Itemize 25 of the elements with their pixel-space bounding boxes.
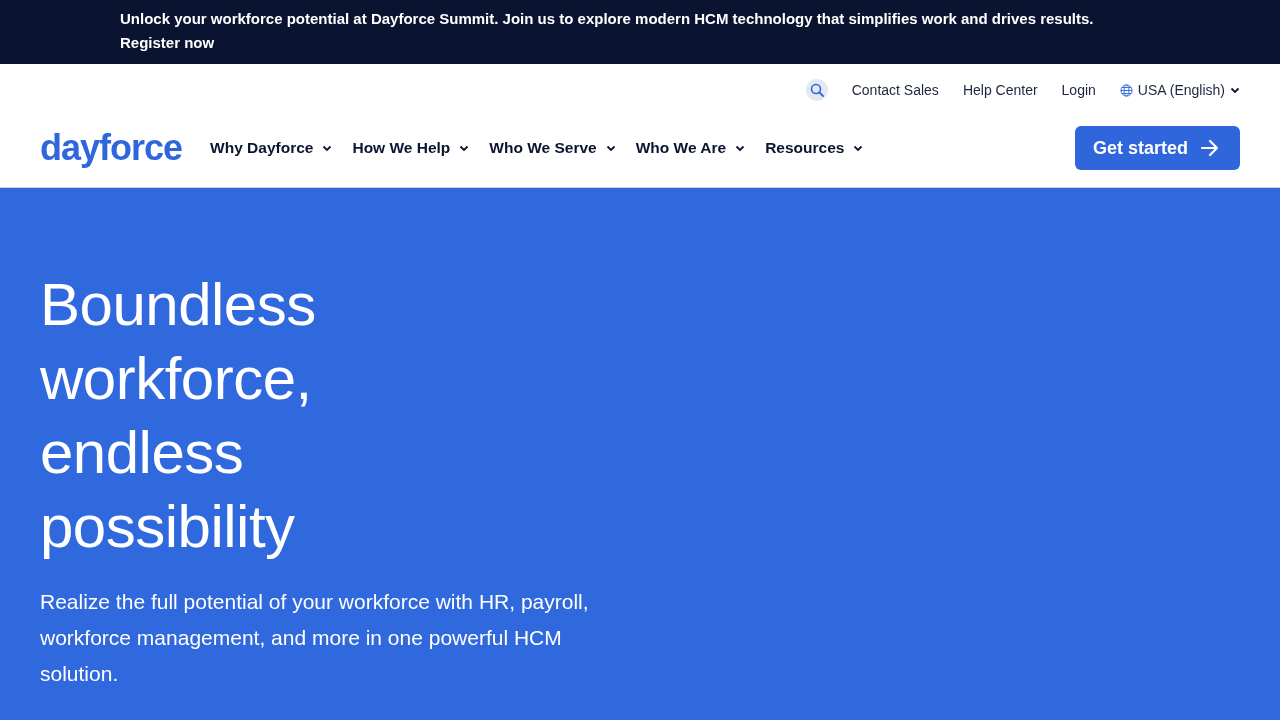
nav-menu-item[interactable]: Resources [765, 139, 864, 157]
hero-headline: Boundless workforce, endless possibility [40, 270, 317, 562]
hero-subheadline: Realize the full potential of your workforce with HR, payroll, workforce management, and more in one powerful HCM solution. [40, 589, 590, 687]
nav-menu-item[interactable]: How We Help [352, 139, 470, 157]
chevron-down-icon [853, 144, 864, 152]
nav-menu-item[interactable]: Why Dayforce [210, 139, 333, 157]
language-selector[interactable]: USA (English) [1119, 82, 1240, 98]
search-icon [809, 83, 824, 97]
logo[interactable]: dayforce [40, 127, 183, 169]
utility-link[interactable]: Contact Sales [851, 82, 939, 98]
utility-link[interactable]: Login [1061, 82, 1096, 98]
chevron-down-icon [1230, 86, 1240, 94]
chevron-down-icon [459, 144, 470, 152]
announcement-text: Unlock your workforce potential at Dayforce Summit. Join us to explore modern HCM technology that simplifies work and drives results. [120, 9, 1094, 29]
chevron-down-icon [735, 144, 746, 152]
nav-menu-item[interactable]: Who We Serve [489, 139, 616, 157]
search-button[interactable] [805, 79, 828, 101]
get-started-button[interactable]: Get started [1074, 126, 1240, 170]
chevron-down-icon [322, 144, 333, 152]
globe-icon [1119, 83, 1133, 97]
register-link[interactable]: Register now [120, 32, 215, 54]
chevron-down-icon [605, 144, 616, 152]
nav-menu-item[interactable]: Who We Are [635, 139, 746, 157]
arrow-right-icon [1200, 139, 1220, 157]
utility-link[interactable]: Help Center [962, 82, 1038, 98]
